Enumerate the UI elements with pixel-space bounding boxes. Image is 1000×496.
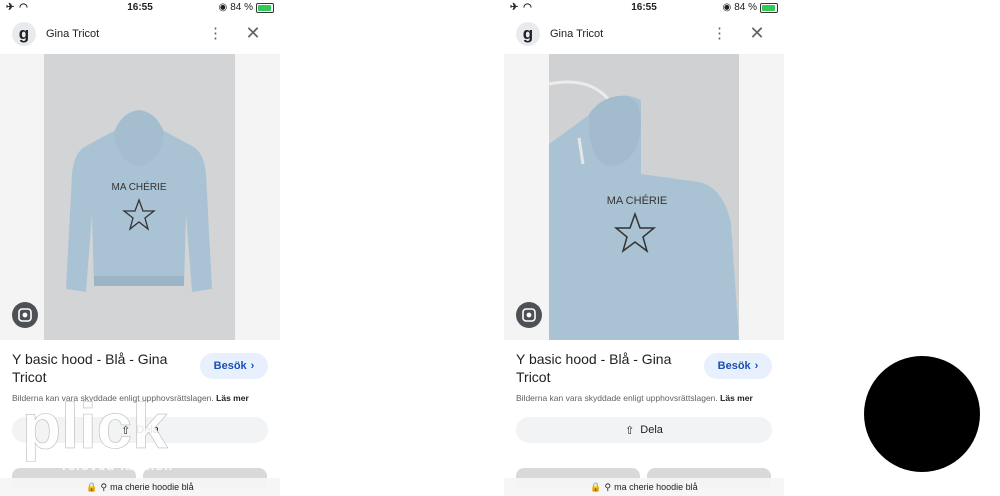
visit-button-label: Besök	[213, 360, 247, 372]
site-name[interactable]: Gina Tricot	[46, 28, 99, 40]
chevron-right-icon: ›	[754, 360, 759, 372]
lock-icon: 🔒	[86, 481, 98, 492]
screenshot-left: ✈ ◠ 16:55 ◉ 84 % g Gina Tricot ⋮ ✕ MA CH…	[0, 0, 280, 496]
status-bar: ✈ ◠ 16:55 ◉ 84 %	[0, 0, 280, 16]
site-logo[interactable]: g	[12, 22, 36, 46]
google-lens-icon[interactable]	[12, 302, 38, 328]
lock-icon: 🔒	[590, 481, 602, 492]
close-icon[interactable]: ✕	[748, 24, 766, 42]
hoodie-print-text: MA CHÉRIE	[607, 194, 668, 207]
share-label: Dela	[136, 424, 159, 436]
copyright-notice: Bilderna kan vara skyddade enligt upphov…	[12, 393, 274, 403]
product-title[interactable]: Y basic hood - Blå - Gina Tricot	[516, 350, 686, 386]
url-bar[interactable]: 🔒 ⚲ ma cherie hoodie blå	[0, 478, 280, 496]
share-icon: ⇧	[121, 424, 131, 437]
url-bar[interactable]: 🔒 ⚲ ma cherie hoodie blå	[504, 478, 784, 496]
hoodie-photo: MA CHÉRIE	[44, 54, 235, 340]
read-more-link[interactable]: Läs mer	[720, 393, 753, 403]
location-icon: ◉	[218, 2, 228, 13]
search-icon: ⚲	[100, 481, 108, 492]
location-icon: ◉	[722, 2, 732, 13]
battery-icon	[256, 2, 274, 13]
hoodie-photo-closeup: MA CHÉRIE	[549, 54, 739, 340]
black-circle	[864, 356, 980, 472]
share-label: Dela	[640, 424, 663, 436]
screenshot-right: ✈ ◠ 16:55 ◉ 84 % g Gina Tricot ⋮ ✕ MA CH…	[504, 0, 784, 496]
more-vert-icon[interactable]: ⋮	[208, 26, 223, 42]
search-icon: ⚲	[604, 481, 612, 492]
site-logo[interactable]: g	[516, 22, 540, 46]
chevron-right-icon: ›	[250, 360, 255, 372]
more-vert-icon[interactable]: ⋮	[712, 26, 727, 42]
product-title[interactable]: Y basic hood - Blå - Gina Tricot	[12, 350, 182, 386]
status-bar: ✈ ◠ 16:55 ◉ 84 %	[504, 0, 784, 16]
visit-button[interactable]: Besök ›	[704, 353, 772, 379]
header: g Gina Tricot ⋮ ✕	[0, 18, 280, 52]
battery-icon	[760, 2, 778, 13]
close-icon[interactable]: ✕	[244, 24, 262, 42]
product-image[interactable]: MA CHÉRIE	[0, 54, 280, 340]
read-more-link[interactable]: Läs mer	[216, 393, 249, 403]
battery-percent: 84 %	[230, 2, 253, 13]
google-lens-icon[interactable]	[516, 302, 542, 328]
battery-percent: 84 %	[734, 2, 757, 13]
share-button[interactable]: ⇧ Dela	[516, 417, 772, 443]
status-icons-right: ◉ 84 %	[722, 2, 778, 13]
copyright-text: Bilderna kan vara skyddade enligt upphov…	[12, 393, 214, 403]
hoodie-print-text: MA CHÉRIE	[111, 180, 166, 193]
share-icon: ⇧	[625, 424, 635, 437]
status-icons-right: ◉ 84 %	[218, 2, 274, 13]
url-query: ma cherie hoodie blå	[614, 482, 698, 492]
visit-button[interactable]: Besök ›	[200, 353, 268, 379]
copyright-notice: Bilderna kan vara skyddade enligt upphov…	[516, 393, 778, 403]
share-button[interactable]: ⇧ Dela	[12, 417, 268, 443]
visit-button-label: Besök	[717, 360, 751, 372]
header: g Gina Tricot ⋮ ✕	[504, 18, 784, 52]
url-query: ma cherie hoodie blå	[110, 482, 194, 492]
product-image[interactable]: MA CHÉRIE	[504, 54, 784, 340]
copyright-text: Bilderna kan vara skyddade enligt upphov…	[516, 393, 718, 403]
site-name[interactable]: Gina Tricot	[550, 28, 603, 40]
